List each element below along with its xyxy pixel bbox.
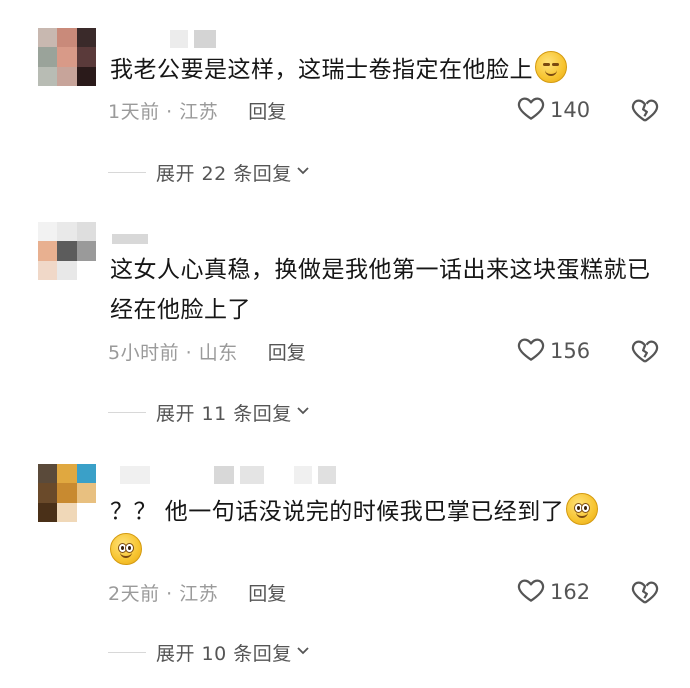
divider [108, 171, 146, 173]
chevron-down-icon [292, 162, 311, 182]
reply-button[interactable]: 回复 [268, 338, 306, 365]
smile-emoji [110, 533, 142, 565]
reply-button[interactable]: 回复 [248, 579, 286, 606]
heart-outline-icon [516, 93, 546, 127]
divider [108, 411, 146, 413]
heart-outline-icon [516, 575, 546, 609]
chevron-down-icon [292, 642, 311, 662]
comment-text: 这女人心真稳，换做是我他第一话出来这块蛋糕就已经在他脸上了 [110, 257, 651, 323]
like-count: 140 [550, 98, 591, 122]
expand-replies-button[interactable]: 展开 11 条回复 [108, 398, 311, 426]
avatar[interactable] [38, 222, 96, 280]
like-button[interactable]: 162 [516, 577, 590, 607]
username[interactable] [120, 466, 336, 484]
broken-heart-icon [630, 581, 660, 611]
divider [108, 651, 146, 653]
like-button[interactable]: 140 [516, 95, 590, 125]
smirk-emoji [535, 51, 567, 83]
username[interactable] [170, 30, 216, 48]
comment-text: 我老公要是这样，这瑞士卷指定在他脸上 [110, 50, 670, 90]
timestamp-location: 5小时前 · 山东 [108, 341, 238, 364]
expand-replies-button[interactable]: 展开 22 条回复 [108, 158, 311, 186]
comment-meta: 5小时前 · 山东 回复 [108, 338, 306, 364]
like-count: 156 [550, 339, 591, 363]
dislike-button[interactable] [630, 95, 660, 125]
comment-meta: 2天前 · 江苏 回复 [108, 579, 286, 605]
avatar[interactable] [38, 464, 96, 522]
smile-emoji [566, 493, 599, 525]
comment-meta: 1天前 · 江苏 回复 [108, 97, 286, 123]
dislike-button[interactable] [630, 336, 660, 366]
broken-heart-icon [630, 340, 660, 370]
avatar[interactable] [38, 28, 96, 86]
like-count: 162 [550, 580, 591, 604]
timestamp-location: 1天前 · 江苏 [108, 100, 219, 123]
comment-text: ？？ 他一句话没说完的时候我巴掌已经到了 [110, 492, 670, 572]
reply-button[interactable]: 回复 [248, 97, 286, 124]
timestamp-location: 2天前 · 江苏 [108, 582, 219, 605]
heart-outline-icon [516, 334, 546, 368]
broken-heart-icon [630, 99, 660, 129]
chevron-down-icon [292, 402, 311, 422]
expand-replies-button[interactable]: 展开 10 条回复 [108, 638, 311, 666]
like-button[interactable]: 156 [516, 336, 590, 366]
dislike-button[interactable] [630, 577, 660, 607]
